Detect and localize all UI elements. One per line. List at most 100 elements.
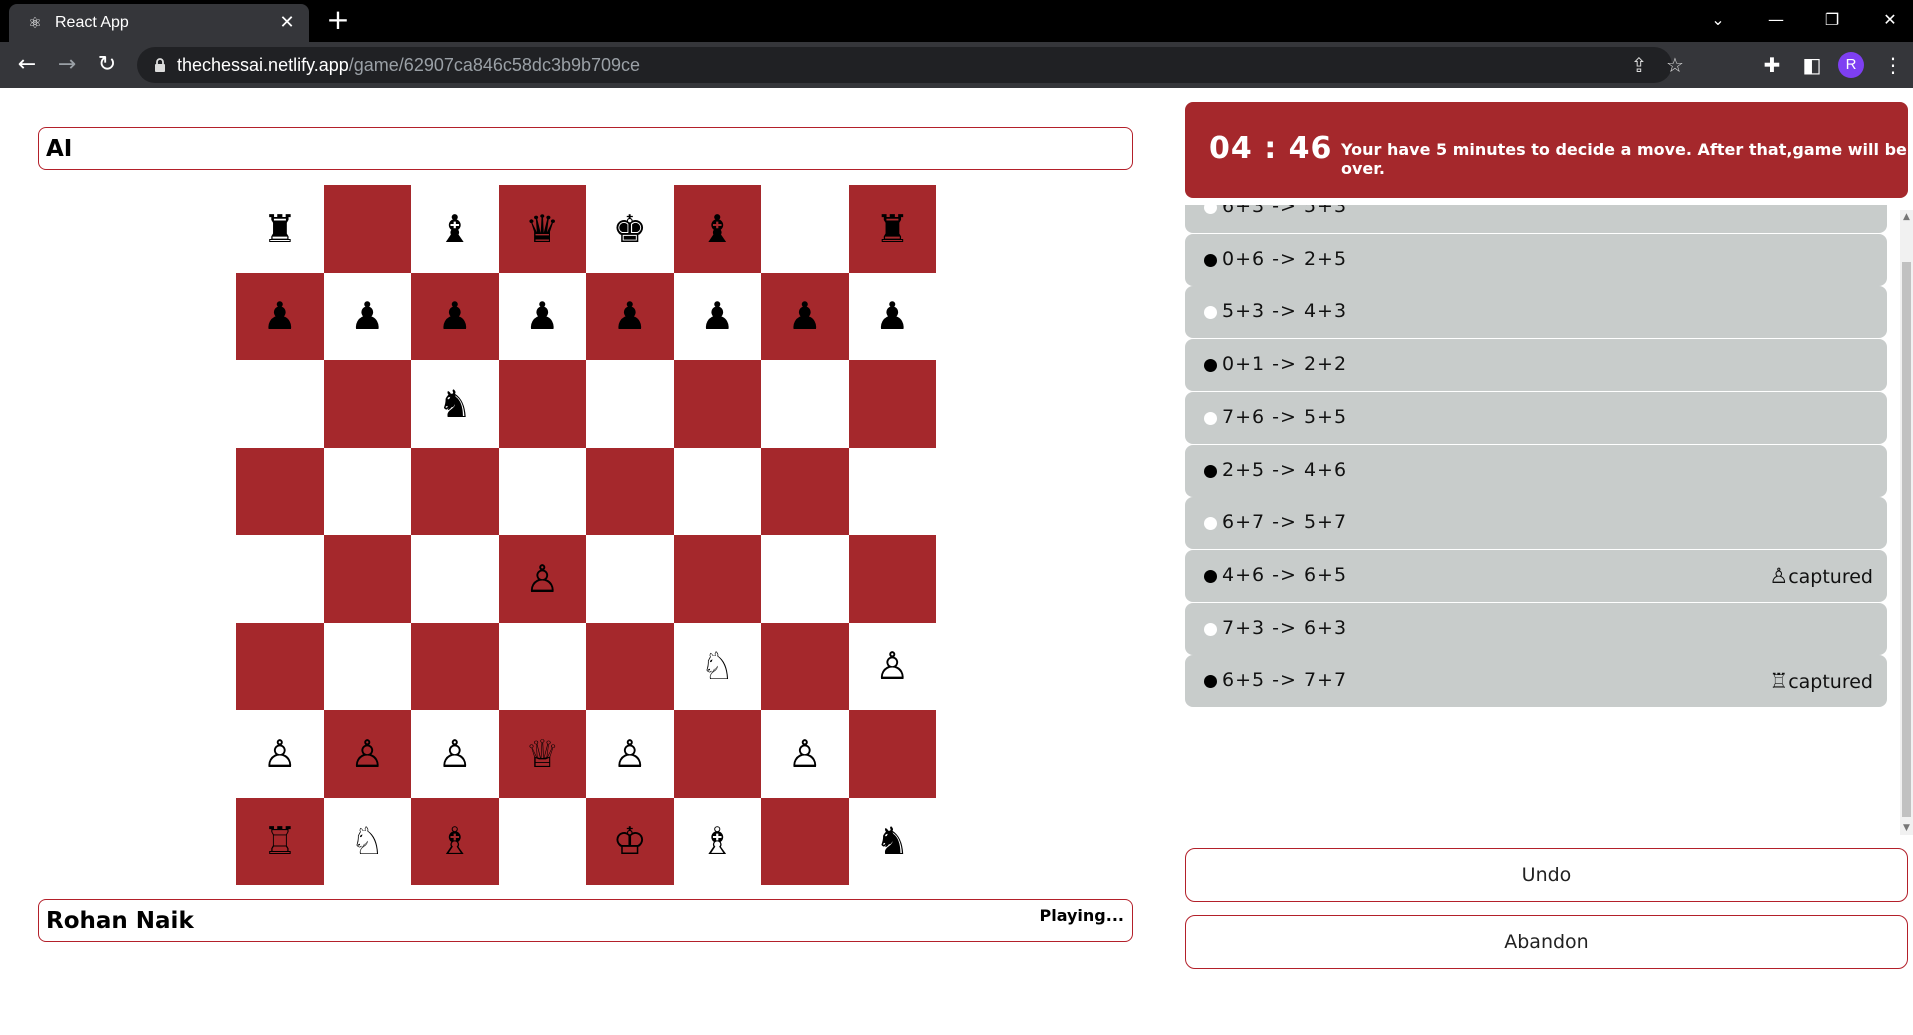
board-square[interactable] bbox=[411, 447, 499, 535]
board-square[interactable]: ♞ bbox=[848, 797, 936, 885]
board-square[interactable] bbox=[323, 535, 411, 623]
board-square[interactable]: ♙ bbox=[236, 710, 324, 798]
board-square[interactable]: ♘ bbox=[673, 622, 761, 710]
board-square[interactable] bbox=[761, 185, 849, 273]
move-history-list[interactable]: 6+3 -> 5+3 0+6 -> 2+5 5+3 -> 4+3 0+1 -> 2+2… bbox=[1185, 205, 1913, 835]
chess-piece[interactable]: ♝ bbox=[438, 210, 472, 248]
board-square[interactable] bbox=[236, 622, 324, 710]
board-square[interactable]: ♙ bbox=[848, 622, 936, 710]
board-square[interactable] bbox=[848, 535, 936, 623]
board-square[interactable] bbox=[848, 710, 936, 798]
board-square[interactable]: ♙ bbox=[411, 710, 499, 798]
board-square[interactable]: ♖ bbox=[236, 797, 324, 885]
close-tab-icon[interactable]: ✕ bbox=[275, 11, 299, 35]
board-square[interactable] bbox=[236, 535, 324, 623]
chess-piece[interactable]: ♗ bbox=[438, 822, 472, 860]
chess-piece[interactable]: ♔ bbox=[613, 822, 647, 860]
bookmark-star-icon[interactable]: ☆ bbox=[1663, 53, 1687, 77]
scroll-up-arrow-icon[interactable]: ▲ bbox=[1900, 210, 1913, 224]
board-square[interactable] bbox=[498, 797, 586, 885]
chess-piece[interactable]: ♟ bbox=[700, 297, 734, 335]
board-square[interactable]: ♟ bbox=[498, 272, 586, 360]
board-square[interactable]: ♜ bbox=[848, 185, 936, 273]
chess-piece[interactable]: ♙ bbox=[875, 647, 909, 685]
board-square[interactable] bbox=[586, 360, 674, 448]
board-square[interactable] bbox=[236, 447, 324, 535]
board-square[interactable] bbox=[498, 447, 586, 535]
board-square[interactable] bbox=[673, 360, 761, 448]
board-square[interactable]: ♟ bbox=[411, 272, 499, 360]
board-square[interactable]: ♘ bbox=[323, 797, 411, 885]
forward-icon[interactable]: → bbox=[52, 50, 82, 80]
chess-piece[interactable]: ♟ bbox=[613, 297, 647, 335]
board-square[interactable]: ♙ bbox=[761, 710, 849, 798]
board-square[interactable]: ♞ bbox=[411, 360, 499, 448]
restore-icon[interactable]: ❐ bbox=[1812, 2, 1852, 38]
board-square[interactable]: ♝ bbox=[673, 185, 761, 273]
chess-piece[interactable]: ♟ bbox=[525, 297, 559, 335]
board-square[interactable]: ♕ bbox=[498, 710, 586, 798]
board-square[interactable]: ♟ bbox=[236, 272, 324, 360]
back-icon[interactable]: ← bbox=[12, 50, 42, 80]
board-square[interactable] bbox=[761, 535, 849, 623]
board-square[interactable] bbox=[323, 447, 411, 535]
board-square[interactable] bbox=[586, 535, 674, 623]
side-panel-icon[interactable]: ◧ bbox=[1797, 50, 1827, 80]
profile-avatar[interactable]: R bbox=[1838, 52, 1864, 78]
board-square[interactable]: ♗ bbox=[411, 797, 499, 885]
chess-piece[interactable]: ♟ bbox=[350, 297, 384, 335]
share-icon[interactable]: ⇪ bbox=[1627, 53, 1651, 77]
board-square[interactable]: ♟ bbox=[323, 272, 411, 360]
address-bar[interactable]: thechessai.netlify.app/game/62907ca846c5… bbox=[137, 47, 1684, 83]
board-square[interactable] bbox=[586, 447, 674, 535]
board-square[interactable]: ♟ bbox=[848, 272, 936, 360]
board-square[interactable]: ♔ bbox=[586, 797, 674, 885]
chess-piece[interactable]: ♟ bbox=[788, 297, 822, 335]
chess-piece[interactable]: ♟ bbox=[875, 297, 909, 335]
board-square[interactable]: ♜ bbox=[236, 185, 324, 273]
reload-icon[interactable]: ↻ bbox=[92, 50, 122, 80]
chess-piece[interactable]: ♟ bbox=[438, 297, 472, 335]
chess-piece[interactable]: ♘ bbox=[350, 822, 384, 860]
board-square[interactable]: ♝ bbox=[411, 185, 499, 273]
close-window-icon[interactable]: ✕ bbox=[1870, 2, 1910, 38]
undo-button[interactable]: Undo bbox=[1185, 848, 1908, 902]
board-square[interactable]: ♛ bbox=[498, 185, 586, 273]
board-square[interactable]: ♚ bbox=[586, 185, 674, 273]
board-square[interactable] bbox=[848, 447, 936, 535]
board-square[interactable] bbox=[411, 535, 499, 623]
board-square[interactable] bbox=[323, 360, 411, 448]
extensions-icon[interactable]: ✚ bbox=[1757, 50, 1787, 80]
board-square[interactable]: ♟ bbox=[673, 272, 761, 360]
scroll-thumb[interactable] bbox=[1902, 262, 1911, 817]
tab-search-icon[interactable]: ⌄ bbox=[1698, 2, 1738, 38]
new-tab-icon[interactable]: + bbox=[324, 6, 352, 34]
chess-piece[interactable]: ♜ bbox=[263, 210, 297, 248]
chess-piece[interactable]: ♜ bbox=[875, 210, 909, 248]
board-square[interactable]: ♟ bbox=[761, 272, 849, 360]
board-square[interactable]: ♙ bbox=[498, 535, 586, 623]
board-square[interactable]: ♙ bbox=[323, 710, 411, 798]
board-square[interactable] bbox=[761, 622, 849, 710]
chess-piece[interactable]: ♙ bbox=[788, 735, 822, 773]
menu-kebab-icon[interactable]: ⋮ bbox=[1878, 50, 1908, 80]
chess-piece[interactable]: ♚ bbox=[613, 210, 647, 248]
board-square[interactable] bbox=[236, 360, 324, 448]
board-square[interactable] bbox=[673, 710, 761, 798]
board-square[interactable] bbox=[848, 360, 936, 448]
move-list-scrollbar[interactable]: ▲ ▼ bbox=[1900, 210, 1913, 835]
chess-piece[interactable]: ♟ bbox=[263, 297, 297, 335]
board-square[interactable] bbox=[761, 447, 849, 535]
board-square[interactable] bbox=[761, 360, 849, 448]
chess-piece[interactable]: ♖ bbox=[263, 822, 297, 860]
chess-piece[interactable]: ♙ bbox=[350, 735, 384, 773]
chess-piece[interactable]: ♙ bbox=[438, 735, 472, 773]
chess-piece[interactable]: ♕ bbox=[525, 735, 559, 773]
chess-piece[interactable]: ♙ bbox=[613, 735, 647, 773]
board-square[interactable] bbox=[323, 622, 411, 710]
board-square[interactable]: ♟ bbox=[586, 272, 674, 360]
board-square[interactable] bbox=[498, 360, 586, 448]
scroll-down-arrow-icon[interactable]: ▼ bbox=[1900, 821, 1913, 835]
browser-tab[interactable]: ⚛ React App ✕ bbox=[9, 4, 309, 42]
chess-piece[interactable]: ♙ bbox=[525, 560, 559, 598]
